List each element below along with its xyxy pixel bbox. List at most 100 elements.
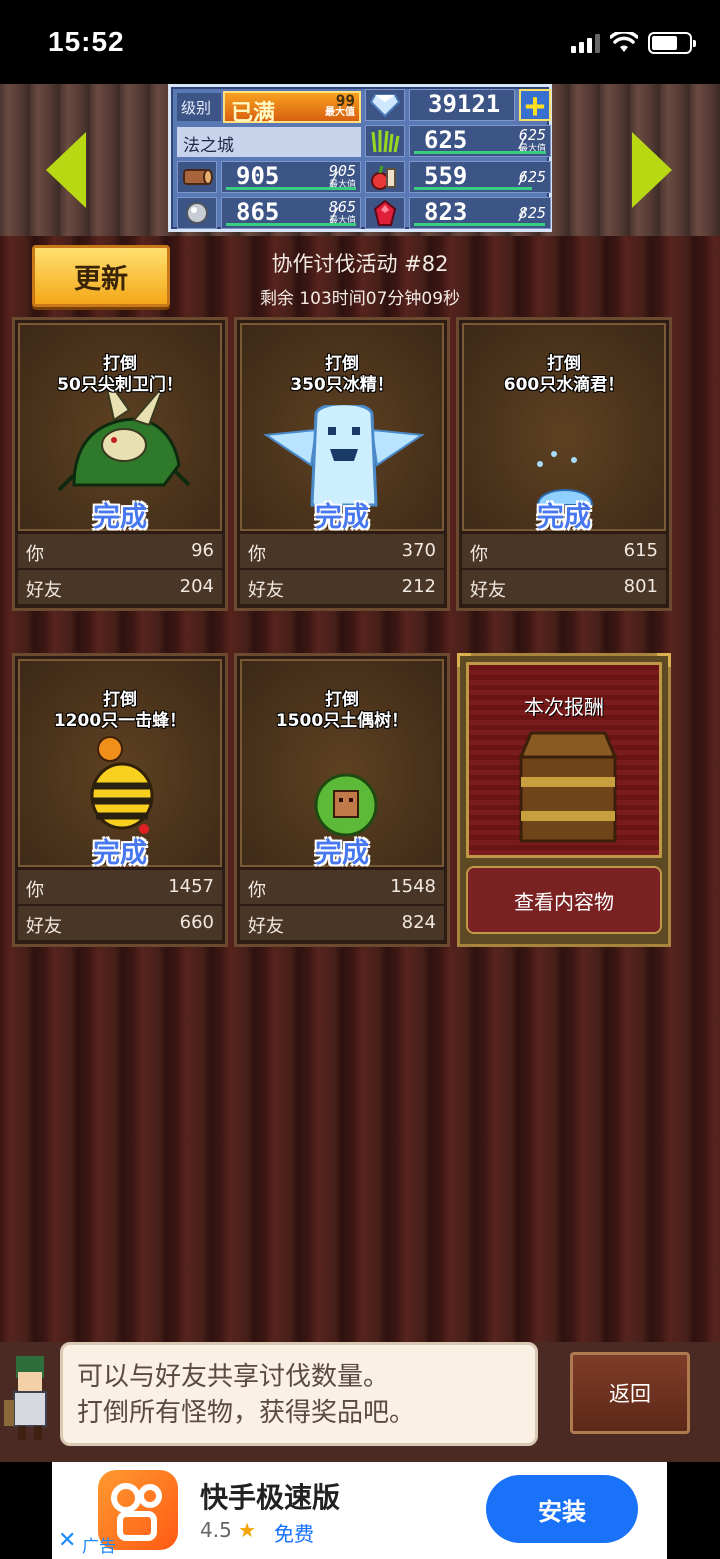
quest-goal-target: 1500只土偶树！ <box>275 711 409 731</box>
quest-art: 打倒 1200只一击蜂！ 完成 <box>18 659 222 869</box>
install-button[interactable]: 安装 <box>486 1475 638 1543</box>
complete-label: 完成 <box>537 502 591 533</box>
wood-bar <box>226 187 356 190</box>
quest-card-2[interactable]: 打倒 350只冰精！ 完成 你 370 好友 212 <box>234 317 450 611</box>
ore-bar <box>226 223 356 226</box>
bee-monster-icon <box>90 736 154 834</box>
you-label: 你 <box>470 544 488 565</box>
you-row: 你 1457 <box>18 870 222 904</box>
cellular-signal-icon <box>571 33 600 53</box>
friends-label: 好友 <box>248 580 284 601</box>
you-label: 你 <box>26 544 44 565</box>
ad-rating-value: 4.5 <box>200 1518 232 1542</box>
level-label: 级别 <box>177 93 221 121</box>
you-row: 你 1548 <box>240 870 444 904</box>
gems-value: 39121 <box>428 90 501 118</box>
food-max: 625 <box>518 168 546 186</box>
quest-goal-target: 50只尖刺卫门！ <box>57 375 183 395</box>
food-counter: 559 / 625 <box>409 161 551 193</box>
grass-icon <box>365 125 405 157</box>
add-gems-button[interactable]: + <box>519 89 551 123</box>
wifi-icon <box>610 32 638 52</box>
friends-label: 好友 <box>470 580 506 601</box>
tree-golem-monster-icon <box>314 773 378 837</box>
quest-card-1[interactable]: 打倒 50只尖刺卫门！ 完成 你 96 好友 204 <box>12 317 228 611</box>
friends-count: 824 <box>401 912 436 933</box>
reward-panel: 本次报酬 <box>466 662 662 858</box>
ruby-max: 825 <box>518 204 546 222</box>
friends-row: 好友 212 <box>240 570 444 604</box>
complete-label: 完成 <box>315 838 369 869</box>
close-ad-icon[interactable]: ✕ <box>58 1528 76 1553</box>
quest-card-3[interactable]: 打倒 600只水滴君！ 完成 你 615 好友 801 <box>456 317 672 611</box>
level-max: 99 最大值 <box>325 91 355 119</box>
event-title: 协作讨伐活动 #82 <box>271 252 449 276</box>
ad-app-name[interactable]: 快手极速版 <box>200 1476 340 1516</box>
wood-icon <box>177 161 217 193</box>
game-screen: 级别 已满 99 最大值 39121 + 法之城 625 / 625 最大值 905… <box>0 84 720 1462</box>
hint-line-2: 打倒所有怪物，获得奖品吧。 <box>77 1398 416 1428</box>
wood-current: 905 <box>236 162 280 190</box>
diamond-icon <box>365 89 405 121</box>
you-count: 96 <box>191 540 214 561</box>
back-button[interactable]: 返回 <box>570 1352 690 1434</box>
friends-label: 好友 <box>26 580 62 601</box>
ruby-icon <box>365 197 405 229</box>
ad-banner[interactable]: 快手极速版 4.5 ★ 免费 安装 ✕ 广告 <box>52 1462 667 1559</box>
you-label: 你 <box>26 880 44 901</box>
you-count: 1457 <box>168 876 214 897</box>
gems-counter: 39121 <box>409 89 515 121</box>
friends-label: 好友 <box>248 916 284 937</box>
you-label: 你 <box>248 544 266 565</box>
ruby-current: 823 <box>424 198 468 226</box>
resource-panel: 级别 已满 99 最大值 39121 + 法之城 625 / 625 最大值 905… <box>168 84 552 232</box>
quest-art: 打倒 50只尖刺卫门！ 完成 <box>18 323 222 533</box>
you-row: 你 615 <box>462 534 666 568</box>
ice-spirit-monster-icon <box>263 405 425 507</box>
complete-label: 完成 <box>315 502 369 533</box>
wood-counter: 905 / 905 最大值 <box>221 161 361 193</box>
reward-card: 本次报酬 查看内容物 <box>457 653 671 947</box>
quest-goal-target: 1200只一击蜂！ <box>53 711 187 731</box>
ornament-corner <box>457 653 471 667</box>
event-remaining-time: 剩余 103时间07分钟09秒 <box>259 289 461 309</box>
friends-row: 好友 801 <box>462 570 666 604</box>
you-row: 你 370 <box>240 534 444 568</box>
grass-counter: 625 / 625 最大值 <box>409 125 551 157</box>
view-contents-button[interactable]: 查看内容物 <box>466 866 662 934</box>
friends-label: 好友 <box>26 916 62 937</box>
quest-goal-target: 350只冰精！ <box>290 375 394 395</box>
hint-message: 可以与好友共享讨伐数量。 打倒所有怪物，获得奖品吧。 <box>60 1342 538 1446</box>
ore-icon <box>177 197 217 229</box>
update-button[interactable]: 更新 <box>32 245 170 307</box>
you-count: 1548 <box>390 876 436 897</box>
hint-line-1: 可以与好友共享讨伐数量。 <box>77 1362 390 1392</box>
next-arrow-button[interactable] <box>632 132 672 208</box>
complete-label: 完成 <box>93 838 147 869</box>
ruby-counter: 823 / 825 <box>409 197 551 229</box>
quest-art: 打倒 350只冰精！ 完成 <box>240 323 444 533</box>
prev-arrow-button[interactable] <box>46 132 86 208</box>
you-count: 370 <box>401 540 436 561</box>
status-icons <box>571 32 696 54</box>
reward-title: 本次报酬 <box>524 695 604 719</box>
you-label: 你 <box>248 880 266 901</box>
ruby-bar <box>414 223 545 226</box>
quest-art: 打倒 1500只土偶树！ 完成 <box>240 659 444 869</box>
level-value: 已满 99 最大值 <box>223 91 361 126</box>
quest-card-4[interactable]: 打倒 1200只一击蜂！ 完成 你 1457 好友 660 <box>12 653 228 947</box>
quest-card-5[interactable]: 打倒 1500只土偶树！ 完成 你 1548 好友 824 <box>234 653 450 947</box>
you-row: 你 96 <box>18 534 222 568</box>
grass-bar <box>414 151 546 154</box>
food-current: 559 <box>424 162 468 190</box>
friends-row: 好友 824 <box>240 906 444 940</box>
battery-icon <box>648 32 696 54</box>
grass-current: 625 <box>424 126 468 154</box>
city-name: 法之城 <box>177 127 361 157</box>
ad-rating: 4.5 ★ <box>200 1518 256 1542</box>
quest-goal-target: 600只水滴君！ <box>503 375 625 395</box>
friends-count: 204 <box>179 576 214 597</box>
star-icon: ★ <box>238 1518 257 1542</box>
friends-row: 好友 660 <box>18 906 222 940</box>
friends-count: 801 <box>623 576 658 597</box>
